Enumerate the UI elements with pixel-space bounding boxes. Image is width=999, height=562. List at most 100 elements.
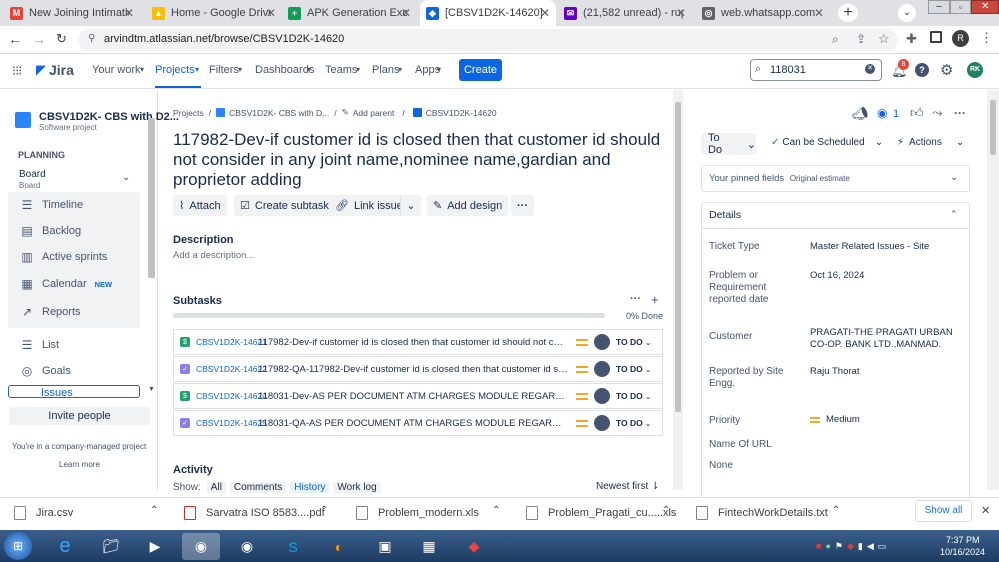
taskbar-anydesk-icon[interactable]: ◆ — [455, 533, 493, 560]
download-item[interactable]: Sarvatra ISO 8583....pdf — [184, 506, 325, 520]
share-issue-icon[interactable]: ⤳ — [932, 105, 942, 121]
sidebar-scrollbar[interactable] — [148, 118, 155, 278]
show-all-downloads-button[interactable]: Show all — [915, 500, 972, 522]
close-downloads-icon[interactable]: ✕ — [981, 504, 990, 517]
breadcrumb-project[interactable]: CBSV1D2K- CBS with D... — [229, 108, 329, 118]
new-tab-button[interactable]: + — [838, 4, 858, 22]
browser-tab[interactable]: ◆ [CBSV1D2K-14620] 117✕ — [420, 0, 556, 26]
jira-logo[interactable]: ◤ Jira — [36, 62, 74, 78]
subtask-key[interactable]: CBSV1D2K-14622 — [196, 364, 267, 374]
watch-eye-icon[interactable]: ◉ — [877, 106, 887, 120]
activity-tab-comments[interactable]: Comments — [229, 481, 287, 493]
taskbar-chrome-icon[interactable]: ◉ — [228, 533, 266, 560]
subtask-summary[interactable]: 117982-QA-117982-Dev-if customer id is c… — [258, 364, 568, 375]
chevron-up-icon[interactable]: ⌃ — [150, 505, 158, 516]
close-tab-icon[interactable]: ✕ — [124, 6, 134, 20]
subtask-key[interactable]: CBSV1D2K-14621 — [196, 337, 267, 347]
nav-projects[interactable]: Projects — [155, 64, 195, 76]
create-button[interactable]: Create — [459, 59, 502, 81]
sidebar-item-backlog[interactable]: ▤ Backlog — [20, 224, 81, 238]
browser-tab[interactable]: ◎ web.whatsapp.com ✕ — [696, 0, 830, 26]
chevron-up-icon[interactable]: ⌃ — [492, 505, 500, 516]
subtask-row[interactable]: ✓ CBSV1D2K-14625 118031-QA-AS PER DOCUMENT… — [173, 410, 663, 436]
project-name[interactable]: CBSV1D2K- CBS with D2... — [39, 111, 179, 123]
sidebar-item-list[interactable]: ☰ List — [20, 338, 60, 352]
field-value-reported-date[interactable]: Oct 16, 2024 — [810, 270, 960, 282]
assignee-avatar-icon[interactable] — [594, 415, 610, 431]
learn-more-link[interactable]: Learn more — [59, 460, 100, 469]
details-scrollbar[interactable] — [987, 90, 999, 490]
subtask-status-dropdown[interactable]: TO DO — [616, 391, 643, 401]
start-button[interactable]: ⊞ — [4, 532, 32, 560]
profile-avatar[interactable]: R — [952, 30, 969, 47]
activity-tab-history[interactable]: History — [290, 481, 330, 493]
minimize-button[interactable]: – — [928, 0, 950, 14]
side-panel-icon[interactable] — [930, 31, 942, 43]
assignee-avatar-icon[interactable] — [594, 361, 610, 377]
subtask-row[interactable]: $ CBSV1D2K-14624 118031-Dev-AS PER DOCUMEN… — [173, 383, 663, 409]
jira-search-input[interactable]: 118031 — [770, 64, 806, 76]
issue-title[interactable]: 117982-Dev-if customer id is closed then… — [173, 130, 668, 190]
restore-button[interactable]: ▫ — [949, 0, 972, 14]
sidebar-item-timeline[interactable]: ☰ Timeline — [20, 198, 84, 212]
subtask-summary[interactable]: 118031-Dev-AS PER DOCUMENT ATM CHARGES M… — [258, 391, 568, 402]
field-value-none[interactable]: None — [709, 460, 789, 472]
share-icon[interactable]: ⇪ — [856, 32, 866, 46]
subtask-status-dropdown[interactable]: TO DO — [616, 364, 643, 374]
zoom-icon[interactable]: ⌕ — [832, 32, 839, 47]
link-issue-button[interactable]: 🔗︎ Link issue — [329, 195, 409, 216]
taskbar-ie-icon[interactable]: e — [46, 533, 84, 560]
invite-people-button[interactable]: Invite people — [9, 407, 150, 425]
download-item[interactable]: Problem_Pragati_cu.....xls — [526, 506, 676, 520]
nav-dashboards[interactable]: Dashboards — [255, 64, 314, 76]
details-header[interactable]: Details — [709, 209, 741, 221]
scroll-down-arrow-icon[interactable]: ▼ — [148, 386, 155, 393]
browser-tab[interactable]: ▲ Home - Google Drive ✕ — [146, 0, 282, 26]
sidebar-item-calendar[interactable]: ▦ Calendar NEW — [20, 277, 112, 291]
subtask-status-dropdown[interactable]: TO DO — [616, 337, 643, 347]
chevron-up-icon[interactable]: ⌃ — [950, 209, 958, 220]
attach-button[interactable]: ⌇ Attach — [173, 195, 227, 216]
details-scrollbar-thumb[interactable] — [990, 100, 996, 155]
nav-your-work[interactable]: Your work — [92, 64, 141, 76]
link-issue-dropdown[interactable]: ⌄ — [400, 195, 421, 216]
chevron-up-icon[interactable]: ⌃ — [320, 505, 328, 516]
nav-plans[interactable]: Plans — [372, 64, 400, 76]
taskbar-skype-icon[interactable]: S — [274, 533, 312, 560]
bookmark-star-icon[interactable]: ☆ — [878, 31, 890, 47]
add-design-button[interactable]: ✎ Add design — [427, 195, 509, 216]
browser-tab[interactable]: M New Joining Intimation ✕ — [4, 0, 140, 26]
subtask-summary[interactable]: 117982-Dev-if customer id is closed then… — [258, 337, 568, 348]
close-tab-icon[interactable]: ✕ — [814, 6, 824, 20]
breadcrumb-projects[interactable]: Projects — [173, 108, 204, 118]
sidebar-item-reports[interactable]: ↗ Reports — [20, 305, 81, 319]
browser-menu-icon[interactable]: ⋮ — [980, 30, 993, 46]
taskbar-calculator-icon[interactable]: ▦ — [410, 533, 448, 560]
activity-tab-worklog[interactable]: Work log — [333, 481, 381, 493]
extensions-icon[interactable]: ✚ — [906, 31, 917, 47]
activity-tab-all[interactable]: All — [206, 481, 226, 493]
taskbar-firefox-icon[interactable]: ◐ — [320, 533, 358, 560]
close-tab-icon[interactable]: ✕ — [540, 6, 550, 20]
sidebar-item-issues[interactable]: Issues — [8, 385, 140, 398]
user-avatar[interactable]: RK — [967, 62, 983, 78]
chevron-up-icon[interactable]: ⌃ — [662, 505, 670, 516]
main-scrollbar[interactable] — [673, 90, 683, 490]
browser-tab[interactable]: + APK Generation Excel ✕ — [282, 0, 417, 26]
breadcrumb-issue-key[interactable]: CBSV1D2K-14620 — [426, 108, 497, 118]
close-window-button[interactable]: ✕ — [971, 0, 999, 14]
like-icon[interactable]: 👍︎ — [910, 105, 924, 121]
taskbar-chrome-active-icon[interactable]: ◉ — [182, 533, 220, 560]
can-be-scheduled-button[interactable]: ✓ Can be Scheduled ⌄ — [771, 137, 883, 148]
assignee-avatar-icon[interactable] — [594, 388, 610, 404]
site-info-icon[interactable]: ⚲ — [88, 33, 95, 44]
close-tab-icon[interactable]: ✕ — [401, 6, 411, 20]
feedback-megaphone-icon[interactable]: 📣︎ — [852, 106, 869, 122]
taskbar-explorer-icon[interactable]: 📁︎ — [92, 533, 130, 560]
close-tab-icon[interactable]: ✕ — [266, 6, 276, 20]
subtask-key[interactable]: CBSV1D2K-14625 — [196, 418, 267, 428]
assignee-avatar-icon[interactable] — [594, 334, 610, 350]
nav-teams[interactable]: Teams — [325, 64, 357, 76]
app-switcher-icon[interactable]: ⁝⁝⁝ — [12, 63, 22, 79]
reload-button[interactable]: ↻ — [56, 31, 67, 47]
